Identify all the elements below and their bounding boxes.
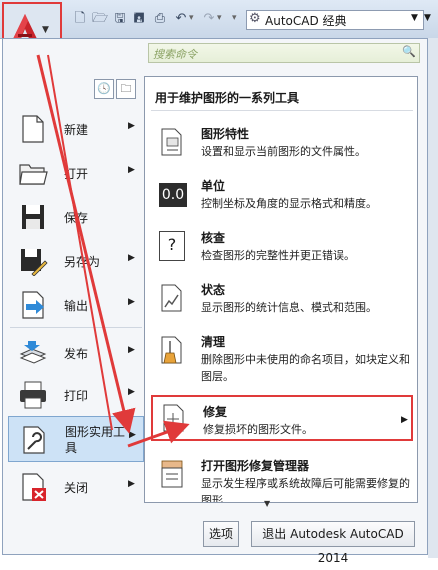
annotation-arrows — [36, 54, 190, 448]
annotation-arrow — [127, 420, 190, 448]
annotation-arrow — [36, 54, 136, 434]
annotation-arrow — [47, 54, 113, 431]
